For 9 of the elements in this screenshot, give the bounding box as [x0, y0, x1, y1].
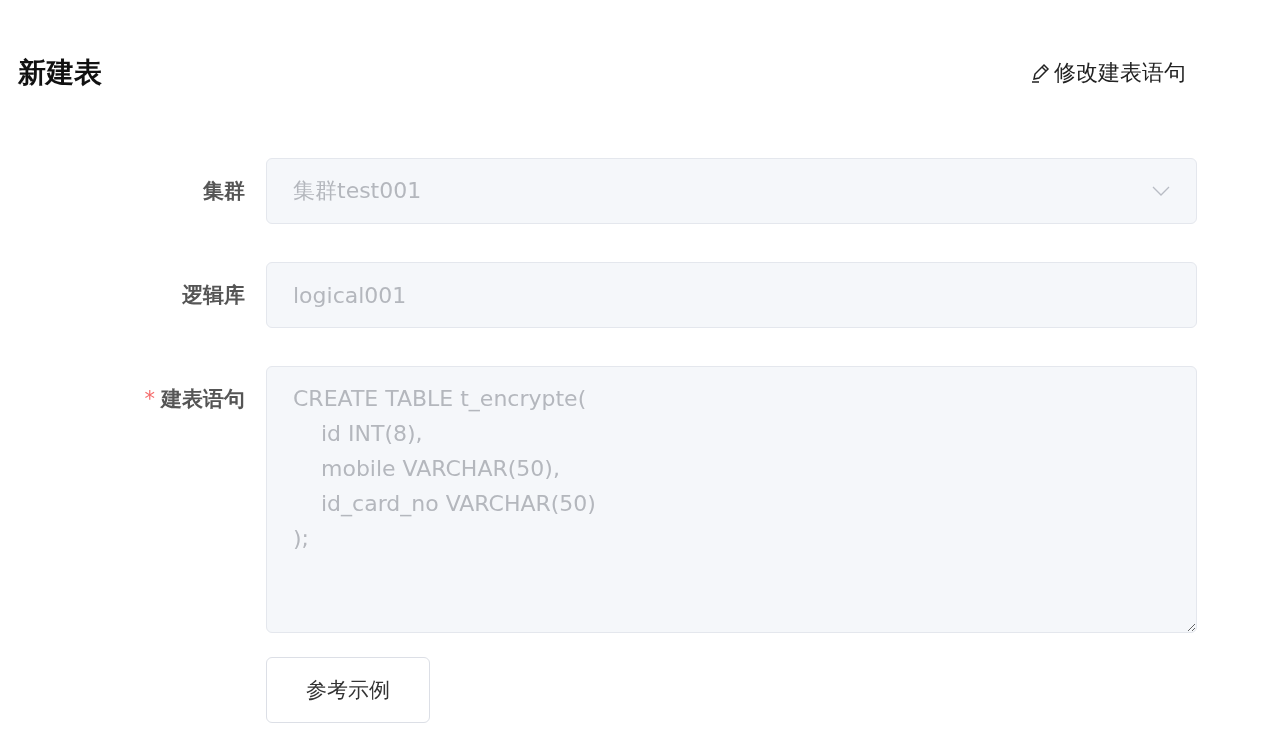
chevron-down-icon — [1152, 186, 1170, 196]
field-label: 逻辑库 — [181, 282, 246, 309]
edit-statement-link[interactable]: 修改建表语句 — [1030, 58, 1186, 88]
page-title: 新建表 — [18, 55, 102, 91]
field-label: 集群 — [202, 178, 246, 205]
required-mark: * — [144, 387, 155, 411]
field-label: * 建表语句 — [143, 386, 246, 413]
example-button[interactable]: 参考示例 — [266, 657, 430, 723]
pencil-icon — [1030, 62, 1052, 84]
